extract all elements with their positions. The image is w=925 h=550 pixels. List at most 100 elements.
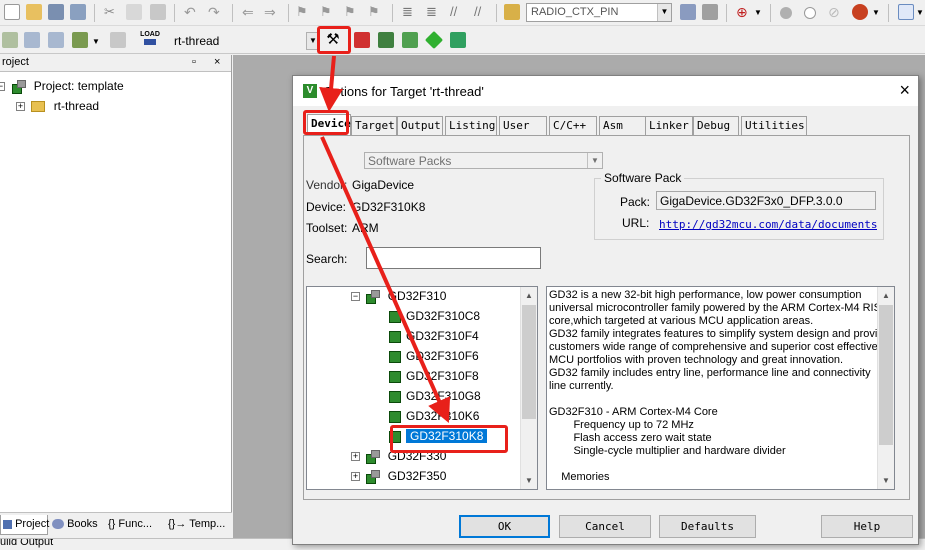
- close-icon[interactable]: ×: [214, 56, 220, 68]
- tab-functions[interactable]: {} Func...: [106, 515, 164, 535]
- nav-forward-icon[interactable]: ⇒: [264, 4, 280, 20]
- tab-target[interactable]: Target: [351, 116, 397, 135]
- device-item[interactable]: GD32F310C8: [389, 307, 480, 325]
- device-item[interactable]: GD32F310K6: [389, 407, 479, 425]
- select-software-packs-icon[interactable]: [402, 32, 418, 48]
- copy-icon[interactable]: [126, 4, 142, 20]
- unindent-icon[interactable]: ≣: [426, 4, 442, 20]
- device-value: GD32F310K8: [352, 200, 426, 214]
- device-tree-scrollbar[interactable]: ▲ ▼: [520, 287, 537, 489]
- collapse-icon[interactable]: −: [0, 82, 5, 92]
- cancel-button[interactable]: Cancel: [559, 515, 651, 538]
- tab-debug[interactable]: Debug: [693, 116, 739, 135]
- find-combo[interactable]: RADIO_CTX_PIN ▼: [526, 3, 672, 22]
- device-item[interactable]: GD32F310G8: [389, 387, 481, 405]
- scroll-up-icon[interactable]: ▲: [521, 287, 537, 304]
- device-item[interactable]: GD32F310F6: [389, 347, 479, 365]
- open-folder-icon[interactable]: [26, 4, 42, 20]
- tab-user[interactable]: User: [499, 116, 547, 135]
- cut-icon[interactable]: ✂: [104, 4, 120, 20]
- pin-icon[interactable]: ▫: [192, 56, 196, 68]
- target-select[interactable]: rt-thread ▼: [170, 32, 320, 51]
- device-item[interactable]: GD32F310F8: [389, 367, 479, 385]
- new-file-icon[interactable]: [4, 4, 20, 20]
- chip-icon: [389, 410, 401, 423]
- load-label: LOAD: [140, 31, 160, 38]
- tab-utilities[interactable]: Utilities: [741, 116, 807, 135]
- help-button[interactable]: Help: [821, 515, 913, 538]
- paste-icon[interactable]: [150, 4, 166, 20]
- download-icon[interactable]: LOAD: [140, 30, 160, 50]
- breakpoint-icon[interactable]: [780, 7, 792, 19]
- chevron-down-icon[interactable]: ▼: [657, 4, 671, 21]
- uncomment-icon[interactable]: //: [474, 4, 490, 20]
- defaults-button[interactable]: Defaults: [659, 515, 756, 538]
- tab-c-cpp[interactable]: C/C++: [549, 116, 597, 135]
- save-icon[interactable]: [48, 4, 64, 20]
- rebuild-icon[interactable]: [48, 32, 64, 48]
- chevron-down-icon[interactable]: ▼: [587, 153, 602, 168]
- breakpoint-disable-icon[interactable]: [804, 7, 816, 19]
- bookmark-icon[interactable]: ⚑: [296, 4, 312, 20]
- manage-components-icon[interactable]: [852, 4, 868, 20]
- dropdown-arrow-icon[interactable]: ▼: [754, 8, 770, 24]
- annotation-box-device-tab: [303, 110, 349, 135]
- expand-icon[interactable]: +: [16, 102, 25, 112]
- scrollbar-thumb[interactable]: [879, 305, 893, 445]
- expand-icon[interactable]: +: [351, 452, 360, 462]
- device-label: Device:: [306, 200, 347, 214]
- pack-source-select[interactable]: Software Packs ▼: [364, 152, 603, 169]
- translate-icon[interactable]: [2, 32, 18, 48]
- close-icon[interactable]: ×: [899, 80, 910, 101]
- scroll-down-icon[interactable]: ▼: [878, 472, 894, 489]
- device-family-gd32f310[interactable]: − GD32F310: [351, 287, 446, 305]
- scroll-down-icon[interactable]: ▼: [521, 472, 537, 489]
- build-icon[interactable]: [24, 32, 40, 48]
- device-family-gd32f350[interactable]: + GD32F350: [351, 467, 446, 485]
- undo-icon[interactable]: ↶: [184, 4, 200, 20]
- tab-listing[interactable]: Listing: [445, 116, 497, 135]
- bookmark-next-icon[interactable]: ⚑: [344, 4, 360, 20]
- device-item[interactable]: GD32F310F4: [389, 327, 479, 345]
- incremental-find-icon[interactable]: [702, 4, 718, 20]
- tab-templates[interactable]: {}→ Temp...: [166, 515, 230, 535]
- nav-back-icon[interactable]: ⇐: [242, 4, 258, 20]
- dropdown-arrow-icon[interactable]: ▼: [872, 8, 888, 24]
- device-item-label: GD32F310C8: [406, 309, 481, 323]
- target-node[interactable]: + rt-thread: [16, 99, 99, 113]
- comment-icon[interactable]: //: [450, 4, 466, 20]
- scrollbar-thumb[interactable]: [522, 305, 536, 419]
- dropdown-arrow-icon[interactable]: ▼: [92, 37, 108, 53]
- project-root-node[interactable]: − Project: template: [0, 79, 124, 94]
- batch-build-icon[interactable]: [72, 32, 88, 48]
- tab-output[interactable]: Output: [397, 116, 443, 135]
- pack-url-link[interactable]: http://gd32mcu.com/data/documents/ps: [659, 218, 877, 231]
- tab-books[interactable]: Books: [50, 515, 102, 535]
- device-tree[interactable]: − GD32F310 GD32F310C8 GD32F310F4 GD32F31…: [306, 286, 538, 490]
- find-in-files-icon[interactable]: [504, 4, 520, 20]
- window-layout-icon[interactable]: [898, 4, 914, 20]
- scroll-up-icon[interactable]: ▲: [878, 287, 894, 304]
- redo-icon[interactable]: ↷: [208, 4, 224, 20]
- dropdown-arrow-icon[interactable]: ▼: [916, 8, 925, 24]
- debug-start-icon[interactable]: ⊕: [736, 4, 752, 20]
- tab-linker[interactable]: Linker: [645, 116, 693, 135]
- manage-project-icon[interactable]: [378, 32, 394, 48]
- breakpoint-kill-icon[interactable]: ⊘: [828, 4, 844, 20]
- tab-project[interactable]: Project: [0, 515, 49, 535]
- run-time-environment-icon[interactable]: [450, 32, 466, 48]
- search-input[interactable]: [366, 247, 541, 269]
- bookmark-clear-icon[interactable]: ⚑: [368, 4, 384, 20]
- stop-build-icon[interactable]: [110, 32, 126, 48]
- pack-installer-icon[interactable]: [424, 30, 444, 50]
- expand-icon[interactable]: +: [351, 472, 360, 482]
- description-scrollbar[interactable]: ▲ ▼: [877, 287, 894, 489]
- tab-asm[interactable]: Asm: [599, 116, 647, 135]
- save-all-icon[interactable]: [70, 4, 86, 20]
- ok-button[interactable]: OK: [459, 515, 550, 538]
- indent-icon[interactable]: ≣: [402, 4, 418, 20]
- find-icon[interactable]: [680, 4, 696, 20]
- bookmark-prev-icon[interactable]: ⚑: [320, 4, 336, 20]
- file-extensions-icon[interactable]: [354, 32, 370, 48]
- collapse-icon[interactable]: −: [351, 292, 360, 302]
